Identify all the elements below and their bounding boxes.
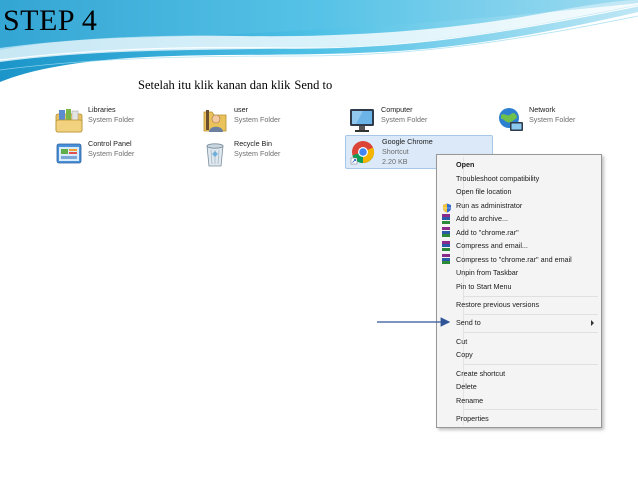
pointer-arrow [377, 317, 451, 327]
